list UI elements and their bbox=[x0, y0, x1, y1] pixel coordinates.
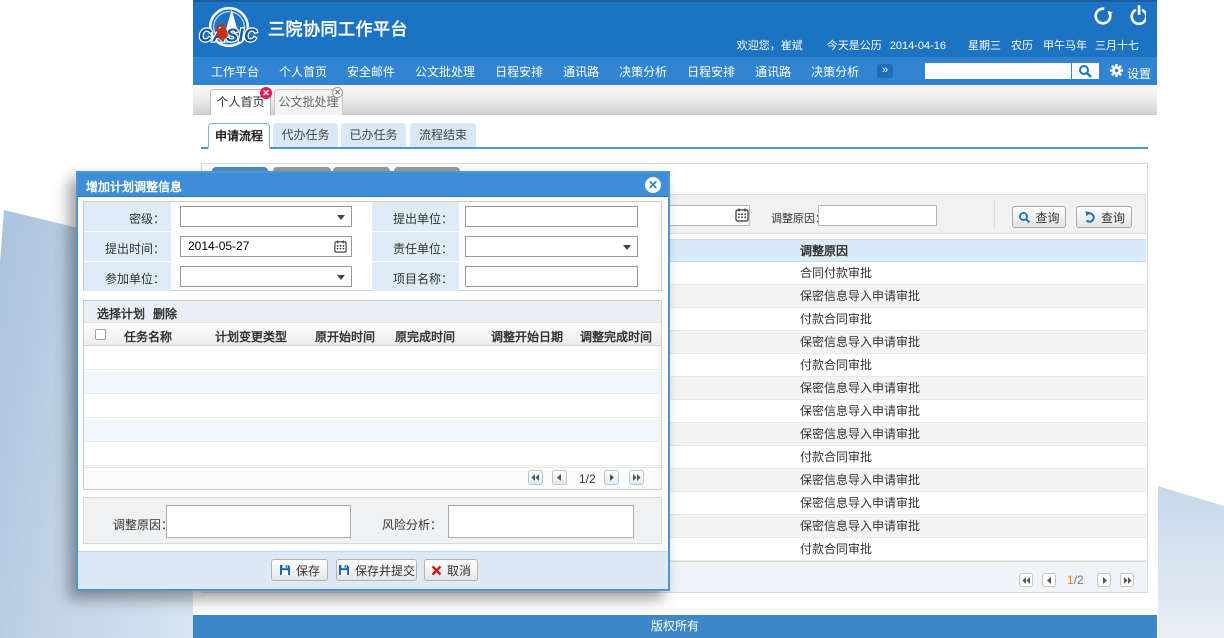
svg-text:CASIC: CASIC bbox=[199, 26, 258, 46]
